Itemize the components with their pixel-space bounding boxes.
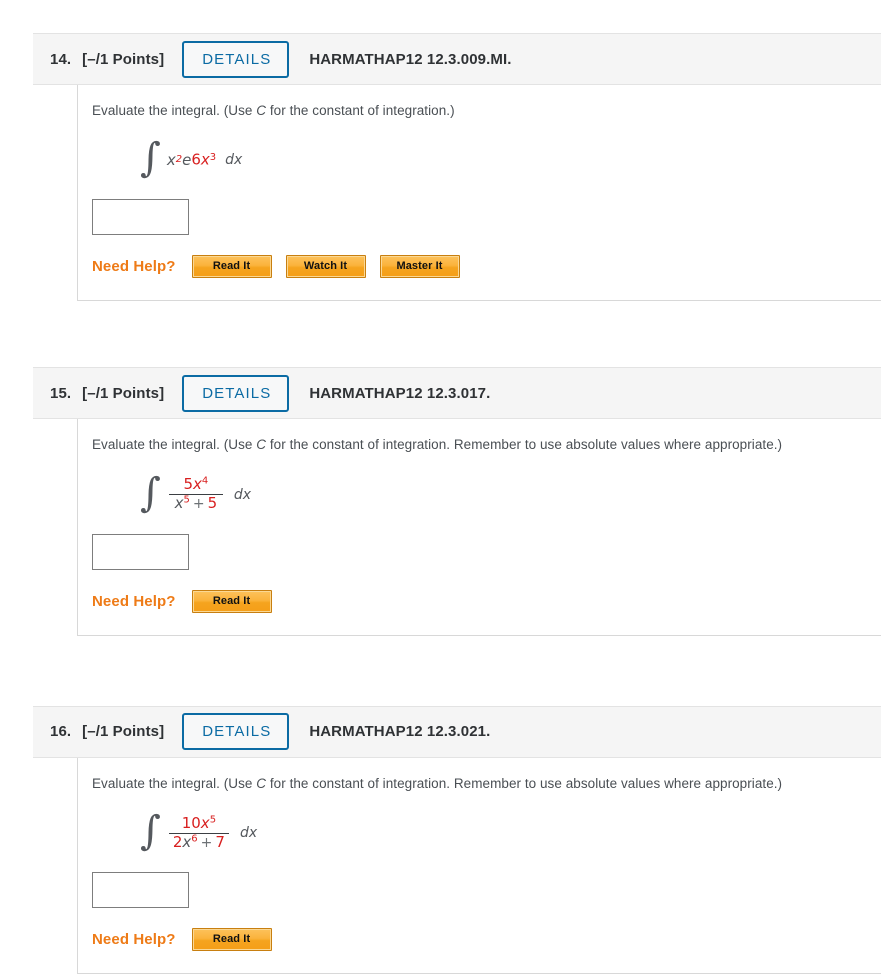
assignment-page: 14. [–/1 Points] DETAILS HARMATHAP12 12.… bbox=[0, 0, 881, 974]
prompt-post: for the constant of integration.) bbox=[266, 103, 455, 118]
e-exp-coefficient: 6 bbox=[191, 150, 201, 169]
integrand: x 2 e 6x3 dx bbox=[166, 150, 243, 170]
question-prompt: Evaluate the integral. (Use C for the co… bbox=[92, 775, 881, 793]
question-code: HARMATHAP12 12.3.009.MI. bbox=[309, 50, 512, 68]
question-points: [–/1 Points] bbox=[82, 384, 165, 402]
need-help-row-14: Need Help? Read It Watch It Master It bbox=[92, 255, 881, 279]
answer-input[interactable] bbox=[92, 872, 189, 909]
need-help-row-16: Need Help? Read It bbox=[92, 928, 881, 952]
question-header-15: 15. [–/1 Points] DETAILS HARMATHAP12 12.… bbox=[33, 367, 881, 420]
read-it-button[interactable]: Read It bbox=[191, 255, 272, 279]
block-spacer-3 bbox=[0, 636, 881, 668]
denominator-operator: + bbox=[200, 834, 213, 851]
question-number: 14. bbox=[50, 50, 72, 68]
numerator-coefficient: 10 bbox=[181, 813, 201, 832]
read-it-button[interactable]: Read It bbox=[191, 589, 272, 613]
prompt-pre: Evaluate the integral. (Use bbox=[92, 103, 257, 118]
details-button[interactable]: DETAILS bbox=[182, 374, 290, 412]
details-button[interactable]: DETAILS bbox=[182, 713, 290, 751]
denominator-operator: + bbox=[192, 496, 205, 513]
integral-sign-icon: ∫ bbox=[140, 808, 161, 855]
question-points: [–/1 Points] bbox=[82, 50, 165, 68]
prompt-constant-var: C bbox=[256, 775, 267, 791]
question-block-15: 15. [–/1 Points] DETAILS HARMATHAP12 12.… bbox=[33, 367, 881, 636]
integrand: 5x4 x5 +5 dx bbox=[167, 475, 252, 512]
fraction: 5x4 x5 +5 bbox=[168, 475, 223, 512]
master-it-button[interactable]: Master It bbox=[379, 255, 460, 279]
integrand-base-x: x bbox=[166, 151, 176, 170]
numerator-coefficient: 5 bbox=[183, 475, 193, 494]
question-number: 16. bbox=[50, 723, 72, 741]
question-body-14: Evaluate the integral. (Use C for the co… bbox=[77, 85, 881, 302]
question-prompt: Evaluate the integral. (Use C for the co… bbox=[92, 102, 881, 120]
e-exp-power: 3 bbox=[209, 152, 217, 164]
details-button[interactable]: DETAILS bbox=[182, 40, 290, 78]
integrand-e-exponent: 6x3 bbox=[191, 152, 216, 167]
fraction-denominator: x5 +5 bbox=[171, 495, 222, 512]
numerator-variable: x bbox=[192, 475, 202, 494]
prompt-pre: Evaluate the integral. (Use bbox=[92, 437, 257, 453]
math-expression-16: ∫ 10x5 2x6 +7 dx bbox=[140, 810, 881, 856]
answer-input[interactable] bbox=[92, 533, 189, 570]
math-expression-15: ∫ 5x4 x5 +5 dx bbox=[140, 472, 881, 518]
question-header-16: 16. [–/1 Points] DETAILS HARMATHAP12 12.… bbox=[33, 705, 881, 758]
numerator-variable: x bbox=[200, 813, 210, 832]
prompt-constant-var: C bbox=[256, 103, 267, 118]
fraction-numerator: 5x4 bbox=[179, 475, 212, 494]
denominator-variable: x bbox=[182, 832, 192, 851]
answer-input[interactable] bbox=[92, 199, 189, 236]
block-spacer-2 bbox=[0, 329, 881, 367]
fraction: 10x5 2x6 +7 bbox=[168, 813, 229, 851]
prompt-constant-var: C bbox=[256, 437, 267, 453]
block-spacer-1 bbox=[0, 301, 881, 329]
question-body-16: Evaluate the integral. (Use C for the co… bbox=[77, 757, 881, 974]
denominator-constant: 7 bbox=[215, 832, 225, 851]
integrand: 10x5 2x6 +7 dx bbox=[167, 813, 258, 851]
question-prompt: Evaluate the integral. (Use C for the co… bbox=[92, 436, 881, 454]
integrand-e: e bbox=[182, 151, 192, 170]
differential: dx bbox=[233, 486, 252, 503]
denominator-coefficient: 2 bbox=[172, 832, 183, 851]
prompt-pre: Evaluate the integral. (Use bbox=[92, 775, 257, 791]
question-body-15: Evaluate the integral. (Use C for the co… bbox=[77, 419, 881, 636]
prompt-post: for the constant of integration. Remembe… bbox=[266, 775, 783, 791]
page-top-spacer bbox=[0, 0, 881, 33]
need-help-label: Need Help? bbox=[92, 931, 176, 949]
e-exp-variable: x bbox=[200, 150, 210, 169]
question-number: 15. bbox=[50, 384, 72, 402]
question-code: HARMATHAP12 12.3.021. bbox=[309, 723, 491, 741]
question-points: [–/1 Points] bbox=[82, 723, 165, 741]
integral-sign-icon: ∫ bbox=[140, 469, 161, 516]
math-expression-14: ∫ x 2 e 6x3 dx bbox=[140, 137, 881, 183]
denominator-exponent: 6 bbox=[191, 832, 198, 844]
need-help-row-15: Need Help? Read It bbox=[92, 589, 881, 613]
denominator-exponent: 5 bbox=[183, 494, 190, 506]
differential: dx bbox=[239, 825, 258, 842]
question-code: HARMATHAP12 12.3.017. bbox=[309, 384, 491, 402]
fraction-denominator: 2x6 +7 bbox=[169, 832, 229, 851]
question-block-14: 14. [–/1 Points] DETAILS HARMATHAP12 12.… bbox=[33, 33, 881, 302]
integral-sign-icon: ∫ bbox=[140, 135, 161, 182]
denominator-constant: 5 bbox=[207, 494, 218, 513]
watch-it-button[interactable]: Watch It bbox=[285, 255, 366, 279]
need-help-label: Need Help? bbox=[92, 258, 176, 276]
question-block-16: 16. [–/1 Points] DETAILS HARMATHAP12 12.… bbox=[33, 705, 881, 974]
differential: dx bbox=[225, 152, 243, 169]
need-help-label: Need Help? bbox=[92, 592, 176, 610]
numerator-exponent: 4 bbox=[201, 475, 209, 487]
numerator-exponent: 5 bbox=[209, 814, 217, 826]
fraction-numerator: 10x5 bbox=[178, 813, 220, 833]
read-it-button[interactable]: Read It bbox=[191, 928, 272, 952]
prompt-post: for the constant of integration. Remembe… bbox=[266, 437, 783, 453]
question-header-14: 14. [–/1 Points] DETAILS HARMATHAP12 12.… bbox=[33, 33, 881, 85]
block-spacer-4 bbox=[0, 668, 881, 706]
